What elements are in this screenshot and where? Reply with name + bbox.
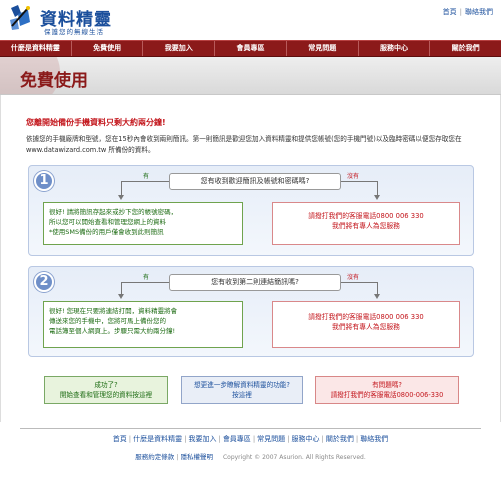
step-2-question: 您有收到第二則連結簡訊嗎? <box>169 274 341 291</box>
section-heading: 您離開始備份手機資料只剩大約兩分鐘! <box>26 118 166 127</box>
help-button[interactable]: 有問題嗎? 請撥打我們的客服電話0800-006-330 <box>315 376 459 404</box>
step-2-no-box: 請撥打我們的客服電話0800 006 330 我們將有專人為您服務 <box>272 301 460 348</box>
step-2-panel: 2 您有收到第二則連結簡訊嗎? 有 沒有 很好! 您現在只要將連結打開，資料精靈… <box>28 266 474 357</box>
nav-item-what-is[interactable]: 什麼是資料精靈 <box>0 41 72 56</box>
step-number-badge: 1 <box>34 171 54 191</box>
no-text-line: 請撥打我們的客服電話0800 006 330 <box>308 212 424 220</box>
arrow-down-icon <box>118 294 124 299</box>
footer-legal: 服務約定條款 | 隱私權聲明 Copyright © 2007 Asurion. Al… <box>0 451 501 461</box>
separator: | <box>218 435 221 443</box>
footer-divider <box>20 428 481 429</box>
footer-link-members[interactable]: 會員專區 <box>223 435 251 443</box>
nav-item-faq[interactable]: 常見問題 <box>287 41 359 56</box>
step-number-badge: 2 <box>34 272 54 292</box>
no-text-line: 我們將有專人為您服務 <box>332 222 400 230</box>
button-line: 開始查看和管理您的資料按這裡 <box>59 391 153 399</box>
no-label: 沒有 <box>347 173 360 180</box>
separator: | <box>321 435 324 443</box>
yes-text-line: 所以您可以開始查看和管理您網上的資料 <box>49 218 166 226</box>
branch-line <box>121 181 169 182</box>
copyright-text: Copyright © 2007 Asurion. All Rights Res… <box>222 454 366 461</box>
arrow-down-icon <box>118 195 124 200</box>
footer-link-home[interactable]: 首頁 <box>113 435 127 443</box>
separator: | <box>128 435 132 443</box>
start-managing-button[interactable]: 成功了? 開始查看和管理您的資料按這裡 <box>44 376 168 404</box>
button-line: 有問題嗎? <box>372 381 402 389</box>
nav-item-free-use[interactable]: 免費使用 <box>72 41 144 56</box>
top-link-contact[interactable]: 聯絡我們 <box>465 8 493 16</box>
footer-link-what-is[interactable]: 什麼是資料精靈 <box>133 435 182 443</box>
step-1-no-box: 請撥打我們的客服電話0800 006 330 我們將有專人為您服務 <box>272 202 460 245</box>
wizard-logo-icon <box>10 5 30 30</box>
button-line: 想更進一步瞭解資料精靈的功能? <box>194 381 290 389</box>
button-line: 按這裡 <box>232 391 252 399</box>
separator: | <box>287 435 290 443</box>
footer-link-about[interactable]: 關於我們 <box>326 435 354 443</box>
arrow-down-icon <box>374 195 380 200</box>
footer-link-terms[interactable]: 服務約定條款 <box>135 453 174 461</box>
separator: | <box>459 8 462 16</box>
nav-item-about[interactable]: 關於我們 <box>430 41 501 56</box>
step-1-panel: 1 您有收到歡迎簡訊及帳號和密碼嗎? 有 沒有 很好! 請將簡訊存起來或抄下您的… <box>28 165 474 256</box>
top-link-home[interactable]: 首頁 <box>443 8 457 16</box>
separator: | <box>176 453 179 461</box>
yes-text-line: *使用SMS備份的用戶僅會收到此則簡訊 <box>49 228 164 236</box>
footer-link-join[interactable]: 我要加入 <box>188 435 216 443</box>
action-buttons: 成功了? 開始查看和管理您的資料按這裡 想更進一步瞭解資料精靈的功能? 按這裡 … <box>44 376 464 406</box>
separator: | <box>252 435 256 443</box>
intro-text: 依據您的手機廠牌和型號，您在15秒內會收到兩則簡訊。第一則簡訊是歡迎您加入資料精… <box>26 135 462 154</box>
step-2-yes-box: 很好! 您現在只要將連結打開，資料精靈將會 傳送來您的手機中，您將可馬上備份您的… <box>43 301 243 348</box>
separator: | <box>184 435 187 443</box>
step-1-yes-box: 很好! 請將簡訊存起來或抄下您的帳號密碼， 所以您可以開始查看和管理您網上的資料… <box>43 202 243 245</box>
site-header: 資料精靈 保護您的無線生活 首頁 | 聯絡我們 <box>0 0 501 40</box>
yes-text-line: 傳送來您的手機中，您將可馬上備份您的 <box>49 317 166 325</box>
footer-link-faq[interactable]: 常見問題 <box>257 435 285 443</box>
nav-item-members[interactable]: 會員專區 <box>215 41 287 56</box>
footer-link-contact[interactable]: 聯絡我們 <box>360 435 388 443</box>
separator: | <box>355 435 359 443</box>
button-line: 請撥打我們的客服電話0800-006-330 <box>330 391 444 399</box>
page-title: 免費使用 <box>20 71 88 91</box>
nav-item-join[interactable]: 我要加入 <box>143 41 216 56</box>
step-1-question: 您有收到歡迎簡訊及帳號和密碼嗎? <box>169 173 341 190</box>
no-label: 沒有 <box>347 274 360 281</box>
branch-line <box>121 282 169 283</box>
yes-text-line: 很好! 您現在只要將連結打開，資料精靈將會 <box>49 307 178 315</box>
branch-line <box>341 181 377 182</box>
button-line: 成功了? <box>94 381 118 389</box>
site-logo[interactable]: 資料精靈 保護您的無線生活 <box>8 4 138 36</box>
footer-links: 首頁 | 什麼是資料精靈 | 我要加入 | 會員專區 | 常見問題 | 服務中心 | 關於我們 | 聯絡我們 <box>0 434 501 444</box>
top-links: 首頁 | 聯絡我們 <box>443 7 493 17</box>
yes-label: 有 <box>143 173 150 180</box>
branch-line <box>341 282 377 283</box>
logo-subtitle: 保護您的無線生活 <box>44 28 104 36</box>
page-banner: 免費使用 <box>0 57 501 95</box>
main-nav: 什麼是資料精靈 免費使用 我要加入 會員專區 常見問題 服務中心 關於我們 <box>0 40 501 57</box>
yes-text-line: 很好! 請將簡訊存起來或抄下您的帳號密碼， <box>49 208 178 216</box>
learn-more-button[interactable]: 想更進一步瞭解資料精靈的功能? 按這裡 <box>181 376 303 404</box>
nav-item-service[interactable]: 服務中心 <box>359 41 431 56</box>
arrow-down-icon <box>374 294 380 299</box>
footer-link-service[interactable]: 服務中心 <box>292 435 320 443</box>
footer-link-privacy[interactable]: 隱私權聲明 <box>180 453 213 461</box>
yes-text-line: 電話簿至個人網頁上。步驟只需大約兩分鐘! <box>49 327 176 335</box>
no-text-line: 請撥打我們的客服電話0800 006 330 <box>308 313 424 321</box>
yes-label: 有 <box>143 274 150 281</box>
no-text-line: 我們將有專人為您服務 <box>332 323 400 331</box>
